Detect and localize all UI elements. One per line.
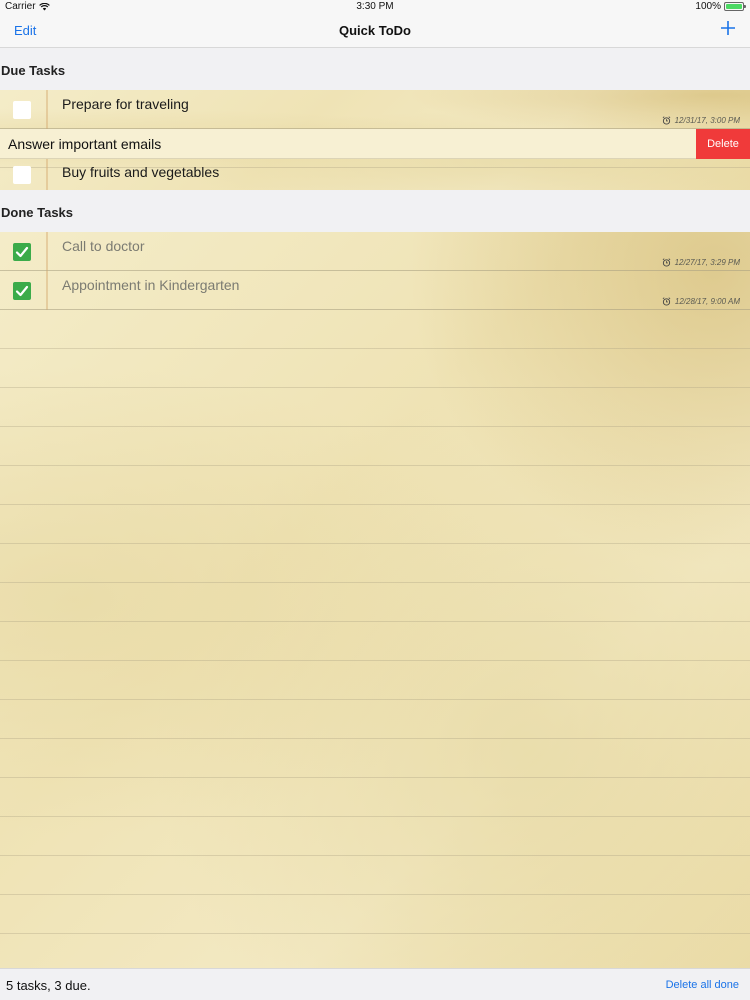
task-row-swiped[interactable]: Answer important emails Delete <box>0 129 750 159</box>
navigation-bar: Edit Quick ToDo <box>0 14 750 48</box>
status-right: 100% <box>695 1 746 12</box>
battery-icon <box>724 2 746 11</box>
task-title: Answer important emails <box>8 136 162 152</box>
status-time: 3:30 PM <box>356 1 394 12</box>
task-checkbox-checked[interactable] <box>13 282 31 300</box>
task-title: Appointment in Kindergarten <box>62 277 240 293</box>
due-date-text: 12/27/17, 3:29 PM <box>674 258 740 267</box>
checkmark-icon <box>15 285 29 297</box>
plus-icon[interactable] <box>720 20 736 36</box>
alarm-clock-icon <box>662 297 671 306</box>
due-date: 12/27/17, 3:29 PM <box>662 258 740 267</box>
status-bar: Carrier 3:30 PM 100% <box>0 0 750 14</box>
done-tasks-title: Done Tasks <box>1 205 74 220</box>
due-tasks-list: Prepare for traveling 12/31/17, 3:00 PM … <box>0 90 750 190</box>
due-date-text: 12/28/17, 9:00 AM <box>674 297 740 306</box>
edit-button[interactable]: Edit <box>14 23 36 38</box>
alarm-clock-icon <box>662 116 670 125</box>
battery-fill <box>726 4 742 9</box>
task-summary: 5 tasks, 3 due. <box>6 978 91 993</box>
battery-percent: 100% <box>695 1 721 12</box>
task-row[interactable]: Prepare for traveling 12/31/17, 3:00 PM <box>0 90 750 129</box>
delete-button[interactable]: Delete <box>696 129 750 159</box>
done-tasks-header: Done Tasks <box>0 190 750 232</box>
due-date: 12/28/17, 9:00 AM <box>662 297 740 306</box>
task-title: Prepare for traveling <box>62 96 189 112</box>
task-checkbox-checked[interactable] <box>13 243 31 261</box>
due-tasks-header: Due Tasks <box>0 48 750 90</box>
task-row[interactable]: Call to doctor 12/27/17, 3:29 PM <box>0 232 750 271</box>
task-checkbox[interactable] <box>13 166 31 184</box>
alarm-clock-icon <box>662 258 670 267</box>
done-tasks-list: Call to doctor 12/27/17, 3:29 PM Appoint… <box>0 232 750 968</box>
task-checkbox[interactable] <box>13 101 31 119</box>
due-tasks-title: Due Tasks <box>1 63 66 78</box>
bottom-toolbar: 5 tasks, 3 due. Delete all done <box>0 968 750 1000</box>
task-row[interactable]: Buy fruits and vegetables <box>0 159 750 190</box>
page-title: Quick ToDo <box>339 23 411 38</box>
task-title: Call to doctor <box>62 238 145 254</box>
due-date: 12/31/17, 3:00 PM <box>662 116 740 125</box>
due-date-text: 12/31/17, 3:00 PM <box>674 116 740 125</box>
delete-all-done-button[interactable]: Delete all done <box>666 979 739 991</box>
task-row[interactable]: Appointment in Kindergarten 12/28/17, 9:… <box>0 271 750 310</box>
checkmark-icon <box>15 246 29 258</box>
task-title: Buy fruits and vegetables <box>62 164 220 180</box>
